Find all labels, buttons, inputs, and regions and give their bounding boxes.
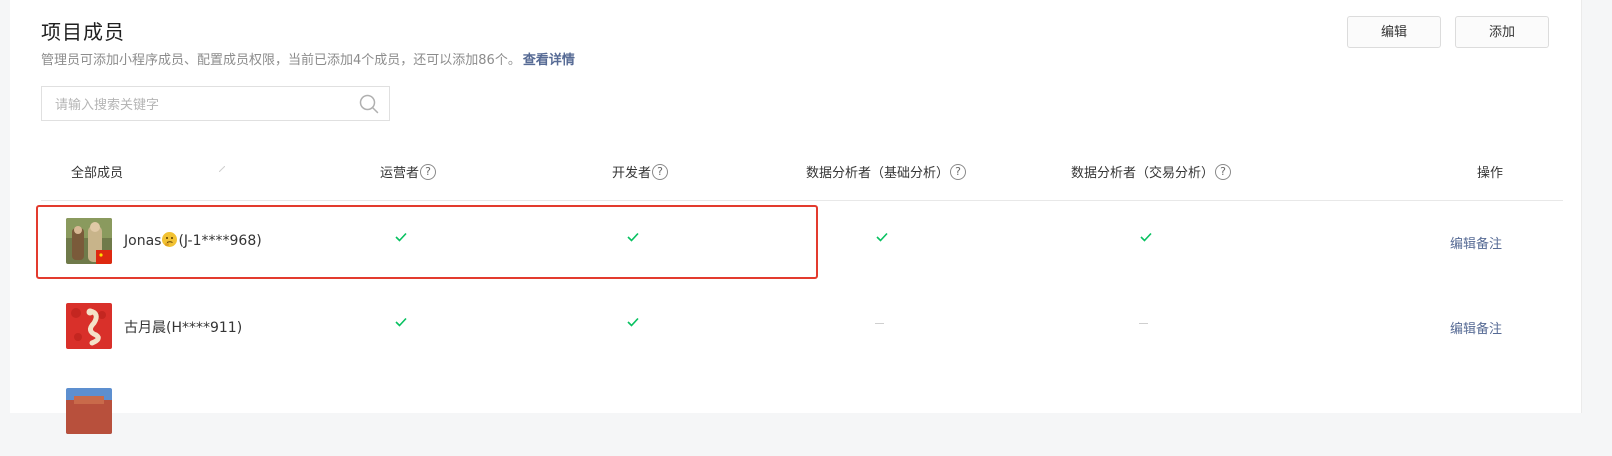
search-box [41,86,390,121]
table-row: 古月晨(H****911) 编辑备注 [41,283,1563,371]
column-header-analyst-basic: 数据分析者（基础分析）? [806,162,967,181]
no-permission-dash [1139,323,1148,324]
column-header-label: 运营者 [380,166,420,181]
check-icon [395,232,407,242]
view-details-link[interactable]: 查看详情 [523,53,575,68]
search-input[interactable] [53,95,347,115]
edit-remark-link[interactable]: 编辑备注 [1450,233,1502,252]
page-subtitle: 管理员可添加小程序成员、配置成员权限，当前已添加4个成员，还可以添加86个。 查看… [41,49,575,68]
question-circle-icon[interactable]: ? [420,163,437,180]
check-icon [395,317,407,327]
thinking-face-emoji [162,232,178,247]
table-row: Jonas (J-1****968) 编辑备注 [41,198,1563,286]
column-header-developer: 开发者? [612,162,669,181]
search-icon[interactable] [358,93,380,115]
column-header-label: 数据分析者（交易分析） [1071,166,1215,181]
panel-edge [1581,0,1582,413]
question-circle-icon[interactable]: ? [1215,163,1232,180]
question-circle-icon[interactable]: ? [950,163,967,180]
edit-button[interactable]: 编辑 [1347,16,1441,48]
column-header-label: 数据分析者（基础分析） [806,166,950,181]
column-header-all-members[interactable]: 全部成员 [71,162,123,181]
column-header-label: 全部成员 [71,166,124,181]
edit-remark-link[interactable]: 编辑备注 [1450,318,1502,337]
column-header-label: 操作 [1477,166,1504,181]
check-icon [627,232,639,242]
question-circle-icon[interactable]: ? [652,163,669,180]
members-panel: 项目成员 管理员可添加小程序成员、配置成员权限，当前已添加4个成员，还可以添加8… [10,0,1581,434]
avatar [66,218,112,264]
check-icon [876,232,888,242]
column-header-analyst-trade: 数据分析者（交易分析）? [1071,162,1232,181]
add-button[interactable]: 添加 [1455,16,1549,48]
column-header-label: 开发者 [612,166,652,181]
check-icon [1140,232,1152,242]
subtitle-text: 管理员可添加小程序成员、配置成员权限，当前已添加4个成员，还可以添加86个。 [41,53,521,68]
column-header-operator: 运营者? [380,162,437,181]
table-row [41,368,1563,456]
column-header-actions: 操作 [1477,162,1503,181]
check-icon [627,317,639,327]
no-permission-dash [875,323,884,324]
sort-icon [219,166,225,172]
avatar [66,388,112,434]
member-name: Jonas (J-1****968) [124,232,262,249]
page-title: 项目成员 [41,20,125,44]
avatar [66,303,112,349]
member-name: 古月晨(H****911) [124,320,243,336]
